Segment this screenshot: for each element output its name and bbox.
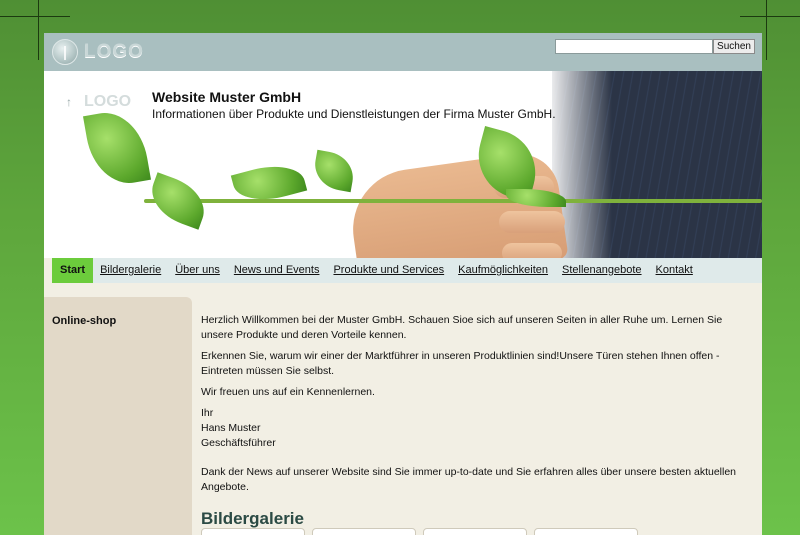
leaf-icon (83, 106, 151, 190)
crop-mark (0, 16, 70, 17)
main-content: Herzlich Willkommen bei der Muster GmbH.… (201, 313, 757, 529)
gallery-heading: Bildergalerie (201, 509, 304, 528)
leaf-icon (143, 172, 213, 230)
gallery-thumbnail[interactable] (312, 528, 416, 535)
header-banner: ↑ LOGO Website Muster GmbH Informationen… (44, 71, 762, 258)
plant-stem (144, 199, 762, 203)
signature: Ihr Hans Muster Geschäftsführer (201, 406, 757, 451)
paragraph: Wir freuen uns auf ein Kennenlernen. (201, 386, 375, 398)
top-bar: LOGO Suchen (44, 33, 762, 71)
site-title: Website Muster GmbH (152, 89, 302, 105)
intro-paragraph: Herzlich Willkommen bei der Muster GmbH.… (201, 314, 723, 341)
nav-item-bildergalerie[interactable]: Bildergalerie (93, 258, 168, 283)
main-nav: Start Bildergalerie Über uns News und Ev… (52, 258, 762, 283)
news-paragraph: Dank der News auf unserer Website sind S… (201, 466, 737, 493)
paragraph: Erkennen Sie, warum wir einer der Marktf… (201, 350, 720, 377)
logo-text: LOGO (84, 41, 144, 62)
nav-item-kaufmoeglichkeiten[interactable]: Kaufmöglichkeiten (451, 258, 555, 283)
nav-item-news-und-events[interactable]: News und Events (227, 258, 327, 283)
signature-role: Geschäftsführer (201, 437, 276, 449)
hand-finger (502, 243, 562, 258)
sidebar-link-online-shop[interactable]: Online-shop (52, 315, 116, 327)
gallery-thumbnail[interactable] (423, 528, 527, 535)
page-container: LOGO Suchen ↑ LOGO Website Muster GmbH I… (44, 33, 762, 535)
leaf-icon (311, 149, 357, 193)
logo-mark-icon: ↑ (66, 95, 72, 109)
banner-logo-text: LOGO (84, 93, 132, 110)
nav-item-produkte-und-services[interactable]: Produkte und Services (326, 258, 451, 283)
header-logo[interactable]: LOGO (52, 39, 144, 65)
gallery-thumbnails (201, 528, 638, 535)
sidebar: Online-shop (44, 297, 192, 535)
search-button[interactable]: Suchen (713, 39, 755, 54)
hand-finger (499, 211, 565, 233)
gallery-thumbnail[interactable] (201, 528, 305, 535)
search-input[interactable] (555, 39, 713, 54)
crop-mark (740, 16, 800, 17)
signature-line: Ihr (201, 407, 214, 419)
nav-item-stellenangebote[interactable]: Stellenangebote (555, 258, 649, 283)
gallery-thumbnail[interactable] (534, 528, 638, 535)
nav-item-ueber-uns[interactable]: Über uns (168, 258, 227, 283)
nav-item-kontakt[interactable]: Kontakt (649, 258, 700, 283)
crop-mark (766, 0, 767, 60)
nav-item-start[interactable]: Start (52, 258, 94, 283)
banner-logo: ↑ LOGO (66, 93, 131, 111)
logo-icon (52, 39, 78, 65)
signature-name: Hans Muster (201, 422, 261, 434)
crop-mark (38, 0, 39, 60)
site-subtitle: Informationen über Produkte und Dienstle… (152, 107, 556, 121)
